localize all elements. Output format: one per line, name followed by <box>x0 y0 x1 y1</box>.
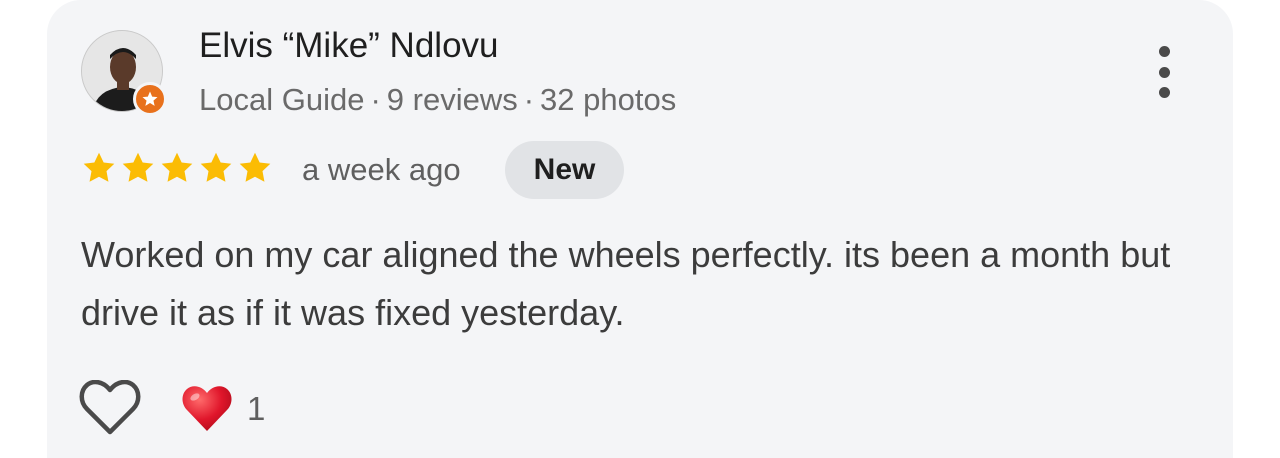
reaction-summary[interactable]: 1 <box>181 383 265 435</box>
menu-dot <box>1158 87 1170 98</box>
local-guide-star-icon <box>133 82 167 116</box>
star-rating <box>81 150 273 188</box>
star-icon <box>239 152 271 182</box>
menu-dot <box>1158 66 1170 78</box>
review-count: 9 reviews <box>386 82 518 117</box>
new-badge: New <box>505 141 624 199</box>
star-icon <box>83 152 115 182</box>
photo-count: 32 photos <box>540 82 677 117</box>
reaction-count: 1 <box>247 390 266 427</box>
review-time: a week ago <box>302 152 461 187</box>
more-vertical-icon[interactable] <box>1146 44 1182 100</box>
menu-dot <box>1158 46 1170 57</box>
separator-dot: · <box>523 82 535 117</box>
separator-dot: · <box>370 82 381 117</box>
red-heart-icon <box>182 386 232 431</box>
star-icon <box>161 152 193 182</box>
author-meta: Local Guide · 9 reviews · 32 photos <box>199 80 676 120</box>
review-text: Worked on my car aligned the wheels perf… <box>81 234 1171 333</box>
star-icon <box>122 152 154 182</box>
heart-outline-icon[interactable] <box>79 379 141 436</box>
author-name[interactable]: Elvis “Mike” Ndlovu <box>199 24 499 68</box>
author-avatar-container[interactable] <box>81 30 167 116</box>
local-guide-label: Local Guide <box>199 82 365 117</box>
star-icon <box>200 152 232 182</box>
